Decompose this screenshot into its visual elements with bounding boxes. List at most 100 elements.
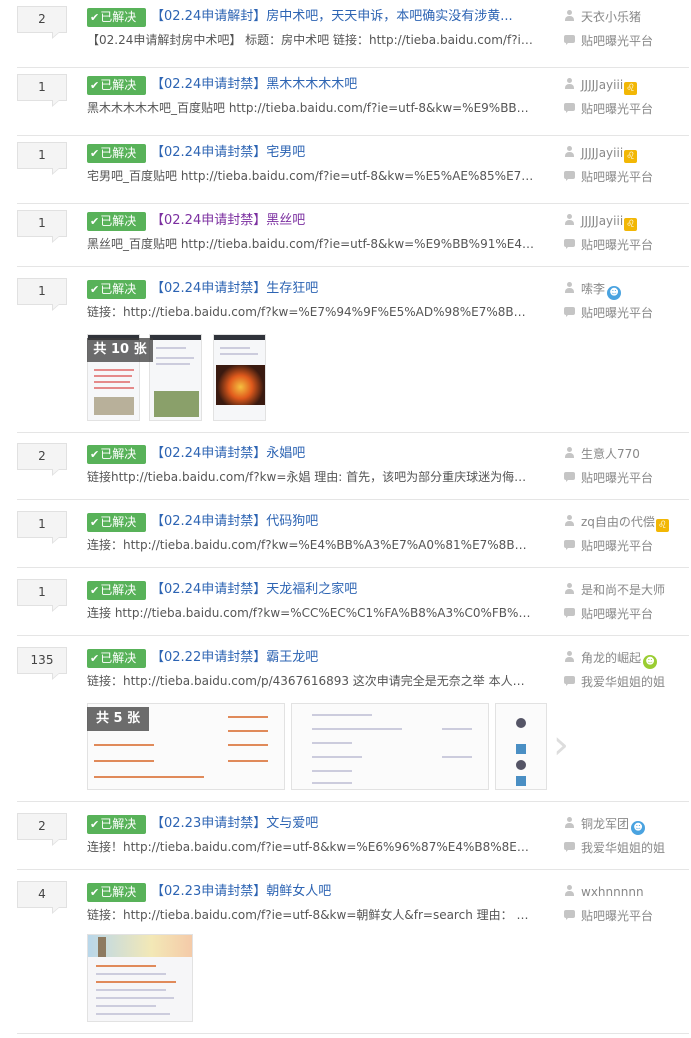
resolved-badge: ✔已解决 bbox=[87, 212, 146, 231]
author-link[interactable]: 生意人770 bbox=[581, 447, 640, 461]
check-icon: ✔ bbox=[90, 652, 100, 665]
resolved-badge: ✔已解决 bbox=[87, 581, 146, 600]
person-icon bbox=[564, 146, 575, 158]
last-replier-link[interactable]: 贴吧曝光平台 bbox=[581, 34, 653, 48]
reply-count: 1 bbox=[17, 278, 67, 311]
divider bbox=[17, 869, 689, 870]
thumbnail-image[interactable] bbox=[495, 703, 547, 790]
check-icon: ✔ bbox=[90, 215, 100, 228]
reply-count: 2 bbox=[17, 6, 67, 39]
image-gallery[interactable]: 共 5 张 › bbox=[87, 703, 569, 791]
thread-title[interactable]: 【02.24申请封禁】宅男吧 bbox=[151, 142, 546, 163]
reply-count: 1 bbox=[17, 579, 67, 612]
thread-title[interactable]: 【02.23申请封禁】朝鲜女人吧 bbox=[151, 881, 546, 902]
author-link[interactable]: wxhnnnnn bbox=[581, 885, 644, 899]
divider bbox=[17, 499, 689, 500]
thread-abstract: 连接：http://tieba.baidu.com/f?kw=%E4%BB%A3… bbox=[87, 538, 536, 552]
thread-row: 2 ✔已解决 【02.24申请封禁】永娼吧 链接http://tieba.bai… bbox=[0, 443, 691, 500]
image-gallery[interactable]: 共 10 张 bbox=[87, 334, 267, 422]
author-link[interactable]: 角龙的崛起 bbox=[581, 651, 641, 665]
resolved-badge: ✔已解决 bbox=[87, 815, 146, 834]
thread-row: 1 ✔已解决 【02.24申请封禁】宅男吧 宅男吧_百度贴吧 http://ti… bbox=[0, 142, 691, 204]
divider bbox=[17, 135, 689, 136]
thread-row: 135 ✔已解决 【02.22申请封禁】霸王龙吧 链接：http://tieba… bbox=[0, 647, 691, 802]
last-replier-link[interactable]: 贴吧曝光平台 bbox=[581, 607, 653, 621]
chevron-right-icon[interactable]: › bbox=[553, 725, 569, 765]
check-icon: ✔ bbox=[90, 516, 100, 529]
resolved-badge: ✔已解决 bbox=[87, 76, 146, 95]
thread-row: 1 ✔已解决 【02.24申请封禁】生存狂吧 链接：http://tieba.b… bbox=[0, 278, 691, 433]
thread-title[interactable]: 【02.24申请封禁】黑丝吧 bbox=[151, 210, 546, 231]
author-link[interactable]: zq自由の代偿 bbox=[581, 515, 655, 529]
person-icon bbox=[564, 583, 575, 595]
image-gallery[interactable] bbox=[87, 934, 193, 1022]
divider bbox=[17, 1033, 689, 1034]
image-count: 共 5 张 bbox=[87, 707, 149, 731]
divider bbox=[17, 801, 689, 802]
member-icon: ☻ bbox=[607, 286, 622, 300]
reply-count: 4 bbox=[17, 881, 67, 914]
thread-title[interactable]: 【02.24申请封禁】代码狗吧 bbox=[151, 511, 546, 532]
last-replier-link[interactable]: 贴吧曝光平台 bbox=[581, 306, 653, 320]
thumbnail-image[interactable] bbox=[149, 334, 202, 421]
reply-count: 1 bbox=[17, 142, 67, 175]
last-replier-link[interactable]: 我爱华姐姐的姐 bbox=[581, 841, 665, 855]
thread-title[interactable]: 【02.23申请封禁】文与爱吧 bbox=[151, 813, 546, 834]
last-replier-link[interactable]: 贴吧曝光平台 bbox=[581, 539, 653, 553]
person-icon bbox=[564, 10, 575, 22]
thumbnail-image[interactable] bbox=[87, 934, 193, 1022]
thread-abstract: 连接！http://tieba.baidu.com/f?ie=utf-8&kw=… bbox=[87, 840, 536, 854]
thread-title[interactable]: 【02.24申请封禁】黑木木木木木吧 bbox=[151, 74, 546, 95]
thumbnail-image[interactable] bbox=[291, 703, 489, 790]
thread-title[interactable]: 【02.24申请封禁】永娼吧 bbox=[151, 443, 546, 464]
comment-icon bbox=[564, 34, 575, 46]
leo-zodiac-icon: ♌ bbox=[624, 218, 638, 231]
comment-icon bbox=[564, 675, 575, 687]
thread-row: 1 ✔已解决 【02.24申请封禁】黑木木木木木吧 黑木木木木木吧_百度贴吧 h… bbox=[0, 74, 691, 136]
resolved-badge: ✔已解决 bbox=[87, 280, 146, 299]
resolved-badge: ✔已解决 bbox=[87, 513, 146, 532]
person-icon bbox=[564, 214, 575, 226]
thread-row: 1 ✔已解决 【02.24申请封禁】天龙福利之家吧 连接 http://tieb… bbox=[0, 579, 691, 636]
divider bbox=[17, 635, 689, 636]
comment-icon bbox=[564, 471, 575, 483]
thread-title[interactable]: 【02.22申请封禁】霸王龙吧 bbox=[151, 647, 546, 668]
author-link[interactable]: 嗦李 bbox=[581, 282, 605, 296]
comment-icon bbox=[564, 841, 575, 853]
author-link[interactable]: JJJJJayiii bbox=[581, 78, 623, 92]
comment-icon bbox=[564, 607, 575, 619]
author-link[interactable]: 铜龙军团 bbox=[581, 817, 629, 831]
thread-title[interactable]: 【02.24申请封禁】生存狂吧 bbox=[151, 278, 546, 299]
thread-abstract: 链接：http://tieba.baidu.com/p/4367616893 这… bbox=[87, 674, 536, 688]
person-icon bbox=[564, 282, 575, 294]
check-icon: ✔ bbox=[90, 11, 100, 24]
comment-icon bbox=[564, 102, 575, 114]
last-replier-link[interactable]: 贴吧曝光平台 bbox=[581, 909, 653, 923]
resolved-badge: ✔已解决 bbox=[87, 445, 146, 464]
author-link[interactable]: JJJJJayiii bbox=[581, 146, 623, 160]
leo-zodiac-icon: ♌ bbox=[624, 82, 638, 95]
thread-title[interactable]: 【02.24申请封禁】天龙福利之家吧 bbox=[151, 579, 546, 600]
person-icon bbox=[564, 78, 575, 90]
last-replier-link[interactable]: 贴吧曝光平台 bbox=[581, 238, 653, 252]
divider bbox=[17, 266, 689, 267]
last-replier-link[interactable]: 贴吧曝光平台 bbox=[581, 102, 653, 116]
author-link[interactable]: 是和尚不是大师 bbox=[581, 583, 665, 597]
reply-count: 1 bbox=[17, 210, 67, 243]
reply-count: 135 bbox=[17, 647, 67, 680]
author-link[interactable]: 天衣小乐猪 bbox=[581, 10, 641, 24]
check-icon: ✔ bbox=[90, 448, 100, 461]
last-replier-link[interactable]: 我爱华姐姐的姐 bbox=[581, 675, 665, 689]
comment-icon bbox=[564, 238, 575, 250]
last-replier-link[interactable]: 贴吧曝光平台 bbox=[581, 170, 653, 184]
thread-abstract: 【02.24申请解封房中术吧】 标题：房中术吧 链接：http://tieba.… bbox=[87, 33, 536, 47]
thread-title[interactable]: 【02.24申请解封】房中术吧，天天申诉，本吧确实没有涉黄... bbox=[151, 6, 546, 27]
author-link[interactable]: JJJJJayiii bbox=[581, 214, 623, 228]
last-replier-link[interactable]: 贴吧曝光平台 bbox=[581, 471, 653, 485]
divider bbox=[17, 67, 689, 68]
thread-abstract: 连接 http://tieba.baidu.com/f?kw=%CC%EC%C1… bbox=[87, 606, 536, 620]
person-icon bbox=[564, 885, 575, 897]
thread-abstract: 黑丝吧_百度贴吧 http://tieba.baidu.com/f?ie=utf… bbox=[87, 237, 536, 251]
thumbnail-image[interactable] bbox=[213, 334, 266, 421]
image-count: 共 10 张 bbox=[87, 338, 153, 362]
